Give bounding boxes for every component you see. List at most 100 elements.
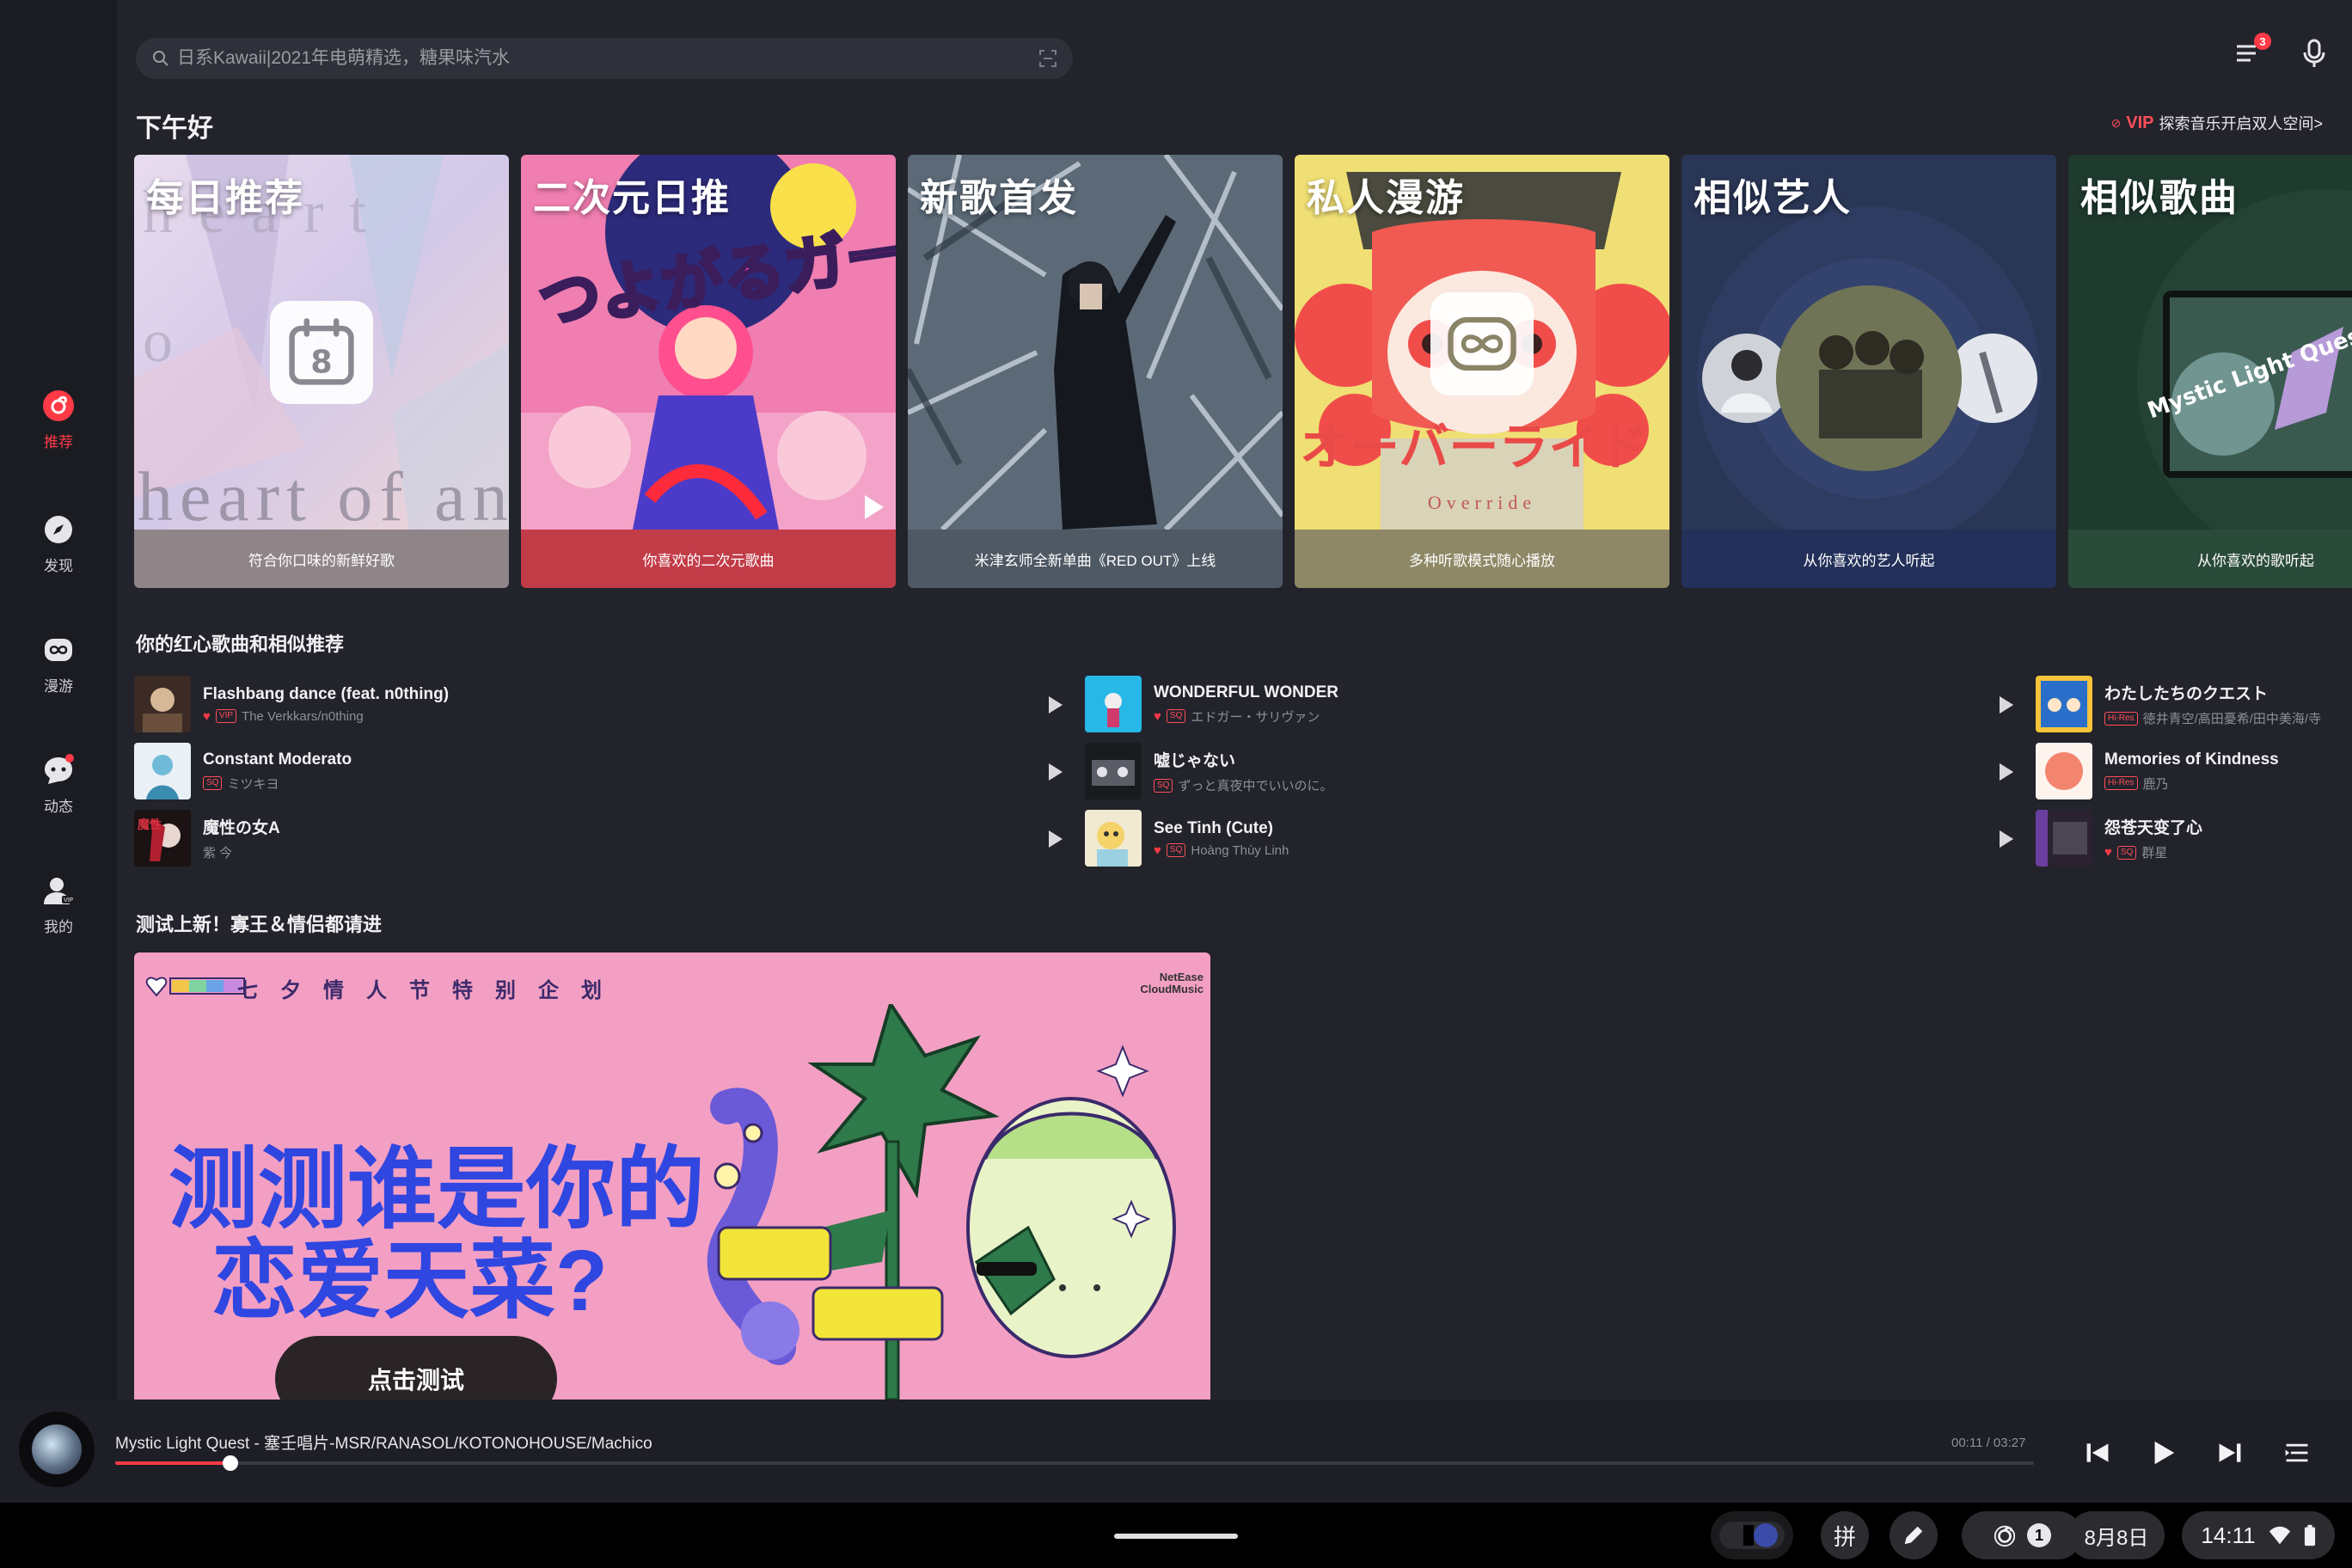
play-icon[interactable] xyxy=(1049,696,1063,714)
logo-line: NetEase xyxy=(1159,971,1204,983)
stylus-toggle[interactable] xyxy=(1711,1511,1793,1559)
netease-logo-icon xyxy=(1994,1525,2016,1547)
card-title: 相似艺人 xyxy=(1694,177,1852,219)
play-icon[interactable] xyxy=(2000,830,2013,848)
card-title: 每日推荐 xyxy=(146,177,304,219)
card-daily-recommend[interactable]: heart of heart of android 8 每日推荐 符合你口味的新… xyxy=(134,155,509,588)
pen-button[interactable] xyxy=(1890,1511,1938,1559)
vip-promo-link[interactable]: ⊘ VIP 探索音乐开启双人空间> xyxy=(2111,112,2324,134)
roam-art-sub: Override xyxy=(1428,492,1536,513)
search-bar[interactable] xyxy=(136,38,1073,79)
card-footer: 从你喜欢的艺人听起 xyxy=(1681,530,2056,588)
sidebar-item-roam[interactable]: 漫游 xyxy=(0,633,117,695)
album-art xyxy=(32,1424,82,1474)
sidebar-item-discover[interactable]: 发现 xyxy=(0,512,117,575)
song-artist: The Verkkars/n0thing xyxy=(242,708,364,724)
card-play-icon[interactable] xyxy=(865,495,884,519)
sidebar-item-recommend[interactable]: 推荐 xyxy=(0,389,117,451)
quality-tag: SQ xyxy=(1154,778,1173,793)
song-row[interactable]: わたしたちのクエスト Hi-Res 徳井青空/高田憂希/田中美海/寺 xyxy=(2036,671,2352,738)
play-button[interactable] xyxy=(2147,1437,2178,1468)
song-row[interactable]: WONDERFUL WONDER ♥ SQ エドガー・サリヴァン xyxy=(1085,671,2013,738)
next-button[interactable] xyxy=(2214,1437,2245,1468)
song-row[interactable]: 魔性 魔性の女A 紫 今 xyxy=(134,805,1063,872)
wifi-icon xyxy=(2269,1526,2290,1545)
song-row[interactable]: Constant Moderato SQ ミツキヨ xyxy=(134,738,1063,805)
card-similar-artists[interactable]: 相似艺人 从你喜欢的艺人听起 xyxy=(1681,155,2056,588)
ime-button[interactable]: 拼 xyxy=(1821,1511,1869,1559)
song-row[interactable]: 嘘じゃない SQ ずっと真夜中でいいのに。 xyxy=(1085,738,2013,805)
song-cover xyxy=(1085,676,1142,732)
progress-fill xyxy=(115,1461,230,1465)
sidebar-item-label: 推荐 xyxy=(44,434,73,450)
progress-knob[interactable] xyxy=(222,1455,238,1471)
promo-banner[interactable]: 七夕情人节特别企划 NetEase CloudMusic 测测谁是你的 恋爱天菜?… xyxy=(134,952,1210,1400)
song-row[interactable]: See Tinh (Cute) ♥ SQ Hoàng Thùy Linh xyxy=(1085,805,2013,872)
quality-tag: VIP xyxy=(215,709,237,723)
song-row[interactable]: 怨苍天变了心 ♥ SQ 群星 xyxy=(2036,805,2352,872)
system-bar: 拼 1 8月8日 14:11 xyxy=(0,1503,2352,1568)
calendar-icon: 8 xyxy=(270,301,373,404)
song-column: Flashbang dance (feat. n0thing) ♥ VIP The … xyxy=(134,671,1063,872)
card-new-songs[interactable]: 新歌首发 米津玄师全新单曲《RED OUT》上线 xyxy=(908,155,1283,588)
playback-time: 00:11 / 03:27 xyxy=(1951,1436,2026,1450)
sidebar-item-feed[interactable]: 动态 xyxy=(0,753,117,816)
greeting-title: 下午好 xyxy=(136,114,213,143)
card-footer: 你喜欢的二次元歌曲 xyxy=(521,530,896,588)
play-icon[interactable] xyxy=(2000,763,2013,781)
promo-section-title: 测试上新！寡王＆情侣都请进 xyxy=(136,914,383,935)
card-anime-daily[interactable]: つよがるガール 二次元日推 你喜欢的二次元歌曲 xyxy=(521,155,896,588)
date-chip[interactable]: 8月8日 xyxy=(2068,1511,2165,1559)
now-playing-title: Mystic Light Quest - 塞壬唱片-MSR/RANASOL/KO… xyxy=(115,1435,652,1453)
top-toolbar: 3 xyxy=(2233,33,2330,69)
song-title: Constant Moderato xyxy=(203,750,352,769)
card-private-roam[interactable]: オーバーライド Override 私人漫游 多种听歌模式随心播放 xyxy=(1295,155,1669,588)
heart-icon: ♥ xyxy=(1154,708,1161,724)
song-artist: 鹿乃 xyxy=(2142,776,2169,792)
progress-bar[interactable] xyxy=(115,1455,2034,1471)
song-cover xyxy=(2036,676,2092,732)
card-footer: 符合你口味的新鲜好歌 xyxy=(134,530,509,588)
quality-tag: Hi-Res xyxy=(2104,711,2138,726)
song-title: わたしたちのクエスト xyxy=(2104,685,2269,703)
song-title: 魔性の女A xyxy=(203,819,280,837)
heart-icon: ♥ xyxy=(203,708,211,724)
card-similar-songs[interactable]: Mystic Light Quest 相似歌曲 从你喜欢的歌听起 xyxy=(2068,155,2352,588)
play-icon[interactable] xyxy=(1049,830,1063,848)
skip-previous-icon xyxy=(2086,1443,2109,1462)
song-cover xyxy=(1085,810,1142,867)
quality-tag: SQ xyxy=(1166,709,1186,723)
status-chip[interactable]: 14:11 xyxy=(2182,1511,2335,1559)
user-vip-icon: VIP xyxy=(41,873,76,908)
home-gesture-bar[interactable] xyxy=(1114,1534,1238,1539)
song-title: 怨苍天变了心 xyxy=(2104,819,2203,837)
song-cover: 魔性 xyxy=(134,810,191,867)
search-icon xyxy=(153,51,168,66)
now-playing-cover[interactable] xyxy=(19,1412,95,1487)
notification-chip[interactable]: 1 xyxy=(1962,1511,2082,1559)
card-footer: 米津玄师全新单曲《RED OUT》上线 xyxy=(908,530,1283,588)
queue-list-button[interactable] xyxy=(2282,1437,2312,1468)
roam-art-text: オーバーライド xyxy=(1300,418,1648,476)
queue-button[interactable]: 3 xyxy=(2233,33,2271,69)
song-artist: ずっと真夜中でいいのに。 xyxy=(1178,779,1333,793)
sidebar-item-label: 动态 xyxy=(44,799,73,815)
previous-button[interactable] xyxy=(2082,1437,2113,1468)
clock-label: 14:11 xyxy=(2201,1522,2256,1548)
main-content: 3 下午好 ⊘ VIP 探索音乐开启双人空间> heart of heart o… xyxy=(117,0,2352,1400)
song-row[interactable]: Flashbang dance (feat. n0thing) ♥ VIP The … xyxy=(134,671,1063,738)
song-title: WONDERFUL WONDER xyxy=(1154,683,1338,701)
take-test-button[interactable]: 点击测试 xyxy=(275,1336,557,1400)
play-icon xyxy=(2154,1441,2175,1465)
sidebar-item-label: 我的 xyxy=(44,919,73,935)
sidebar: 推荐 发现 漫游 动态 VIP 我的 xyxy=(0,0,117,1503)
scan-icon[interactable] xyxy=(1038,49,1057,68)
play-icon[interactable] xyxy=(2000,696,2013,714)
sidebar-item-mine[interactable]: VIP 我的 xyxy=(0,873,117,936)
microphone-icon[interactable] xyxy=(2299,38,2330,69)
song-column: わたしたちのクエスト Hi-Res 徳井青空/高田憂希/田中美海/寺 Memori… xyxy=(2036,671,2352,872)
song-cover xyxy=(134,743,191,799)
play-icon[interactable] xyxy=(1049,763,1063,781)
song-row[interactable]: Memories of Kindness Hi-Res 鹿乃 xyxy=(2036,738,2352,805)
search-input[interactable] xyxy=(177,48,1038,69)
